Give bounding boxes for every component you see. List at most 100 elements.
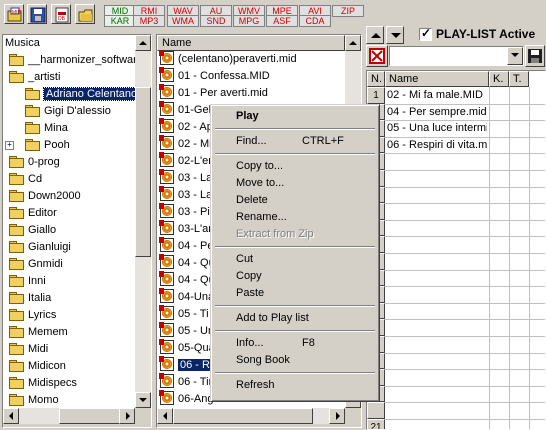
tree-item[interactable]: __harmonizer_software [9, 52, 135, 68]
scroll-thumb[interactable] [135, 87, 151, 257]
grid-line [367, 253, 545, 254]
filter-mp3-button[interactable]: MP3 [133, 15, 165, 27]
tree-item[interactable]: Midispecs [9, 375, 77, 391]
playlist-item-name[interactable]: 05 - Una luce intermit [387, 120, 487, 136]
scroll-up-button[interactable] [135, 35, 151, 51]
menu-item-refresh[interactable]: Refresh [214, 377, 376, 394]
menu-item-song-book[interactable]: Song Book [214, 352, 376, 369]
tree-item[interactable]: Lyrics [9, 307, 56, 323]
tree-item[interactable]: Mina [25, 120, 68, 136]
tree-item[interactable]: Midi [9, 341, 48, 357]
menu-item-play[interactable]: Play [214, 108, 376, 125]
tree-item[interactable]: Adriano Celentano [25, 86, 135, 102]
midi-file-icon [159, 152, 174, 167]
scroll-up-button[interactable] [345, 35, 361, 51]
clear-playlist-button[interactable] [366, 45, 388, 67]
tree-item[interactable]: Down2000 [9, 188, 81, 204]
tree-item[interactable]: Musica [5, 35, 40, 51]
folder-tree[interactable]: Musica __harmonizer_software _artisti Adria… [3, 35, 135, 408]
filter-zip-button[interactable]: ZIP [332, 5, 364, 17]
menu-item-label: Extract from Zip [236, 228, 314, 240]
midi-file-icon [159, 118, 174, 133]
playlist-grid[interactable]: N. Name K. T. 1 02 - Mi fa male.MID 04 - Per s… [366, 70, 546, 430]
tree-item[interactable]: Cd [9, 171, 42, 187]
menu-item-copy[interactable]: Copy [214, 268, 376, 285]
scroll-right-button[interactable] [329, 408, 345, 424]
menu-item-find[interactable]: Find... CTRL+F [214, 133, 376, 150]
tree-item-label: Inni [28, 275, 46, 287]
menu-item-info[interactable]: Info... F8 [214, 335, 376, 352]
scroll-down-button[interactable] [135, 392, 151, 408]
save-button[interactable] [27, 4, 47, 24]
tree-item[interactable]: Memem [9, 324, 68, 340]
tree-item[interactable]: Italia [9, 290, 51, 306]
tree-item[interactable]: Giallo [9, 222, 56, 238]
dropdown-arrow-button[interactable] [507, 47, 523, 65]
midi-file-icon [159, 67, 174, 82]
tree-item[interactable]: 0-prog [9, 154, 60, 170]
tree-item[interactable]: Inni [9, 273, 46, 289]
playlist-active-checkbox[interactable]: ✓ [419, 26, 432, 41]
filter-cda-button[interactable]: CDA [299, 15, 331, 27]
menu-item-cut[interactable]: Cut [214, 251, 376, 268]
filter-snd-button[interactable]: SND [200, 15, 232, 27]
expand-icon[interactable]: + [5, 141, 14, 150]
midi-file-icon [159, 186, 174, 201]
file-row[interactable]: 01 - Confessa.MID [157, 67, 345, 85]
grid-line [529, 87, 530, 429]
filter-kar-button[interactable]: KAR [104, 15, 136, 27]
tree-item[interactable]: Gnmidi [9, 256, 63, 272]
playlist-column-header[interactable]: T. [509, 71, 529, 87]
open-button[interactable]: MID [4, 4, 24, 24]
playlist-item-name[interactable]: 02 - Mi fa male.MID [387, 87, 487, 103]
file-row[interactable]: 01 - Per averti.mid [157, 84, 345, 102]
menu-item-add-to-play-list[interactable]: Add to Play list [214, 310, 376, 327]
new-button[interactable]: DB [51, 4, 71, 24]
menu-item-copy-to[interactable]: Copy to... [214, 158, 376, 175]
scroll-left-button[interactable] [3, 408, 19, 424]
filter-mpg-button[interactable]: MPG [233, 15, 265, 27]
menu-item-delete[interactable]: Delete [214, 192, 376, 209]
file-column-header-name[interactable]: Name [157, 35, 345, 51]
playlist-item-name[interactable]: 06 - Respiri di vita.mid [387, 137, 487, 153]
filter-wma-button[interactable]: WMA [167, 15, 199, 27]
tree-vertical-scrollbar[interactable] [135, 35, 151, 408]
menu-item-label: Delete [236, 194, 268, 206]
move-up-button[interactable] [366, 26, 384, 44]
browse-button[interactable] [75, 4, 95, 24]
folder-icon [9, 326, 24, 338]
tree-item[interactable]: Momo [9, 392, 59, 408]
playlist-title: PLAY-LIST Active [436, 27, 536, 41]
tree-item[interactable]: _artisti [9, 69, 60, 85]
menu-item-rename[interactable]: Rename... [214, 209, 376, 226]
playlist-column-header[interactable]: K. [489, 71, 509, 87]
scroll-right-button[interactable] [119, 408, 135, 424]
playlist-item-name[interactable]: 04 - Per sempre.mid [387, 104, 487, 120]
tree-item[interactable]: Gigi D'alessio [25, 103, 111, 119]
move-down-button[interactable] [386, 26, 404, 44]
scroll-thumb[interactable] [59, 408, 121, 424]
playlist-dropdown[interactable] [389, 46, 524, 66]
tree-horizontal-scrollbar[interactable] [3, 408, 135, 424]
file-horizontal-scrollbar[interactable] [157, 408, 345, 424]
file-row[interactable]: (celentano)peraverti.mid [157, 50, 345, 68]
save-playlist-button[interactable] [525, 45, 545, 67]
file-name: 04-Una [178, 291, 215, 303]
tree-item-label: _artisti [28, 71, 61, 83]
filter-asf-button[interactable]: ASF [266, 15, 298, 27]
grid-line [367, 302, 545, 304]
menu-item-paste[interactable]: Paste [214, 285, 376, 302]
playlist-column-header[interactable]: N. [367, 71, 385, 87]
scroll-left-button[interactable] [157, 408, 173, 424]
playlist-row-number: 1 [367, 87, 385, 104]
menu-item-move-to[interactable]: Move to... [214, 175, 376, 192]
tree-item[interactable]: Editor [9, 205, 57, 221]
playlist-column-header[interactable]: Name [385, 71, 489, 87]
tree-item[interactable]: Gianluigi [9, 239, 71, 255]
midi-file-icon [159, 254, 174, 269]
tree-item[interactable]: Midicon [9, 358, 66, 374]
tree-item-label: Midi [28, 343, 49, 355]
scroll-thumb[interactable] [173, 408, 313, 424]
tree-item[interactable]: + Pooh [5, 137, 70, 153]
grid-line [367, 269, 545, 271]
